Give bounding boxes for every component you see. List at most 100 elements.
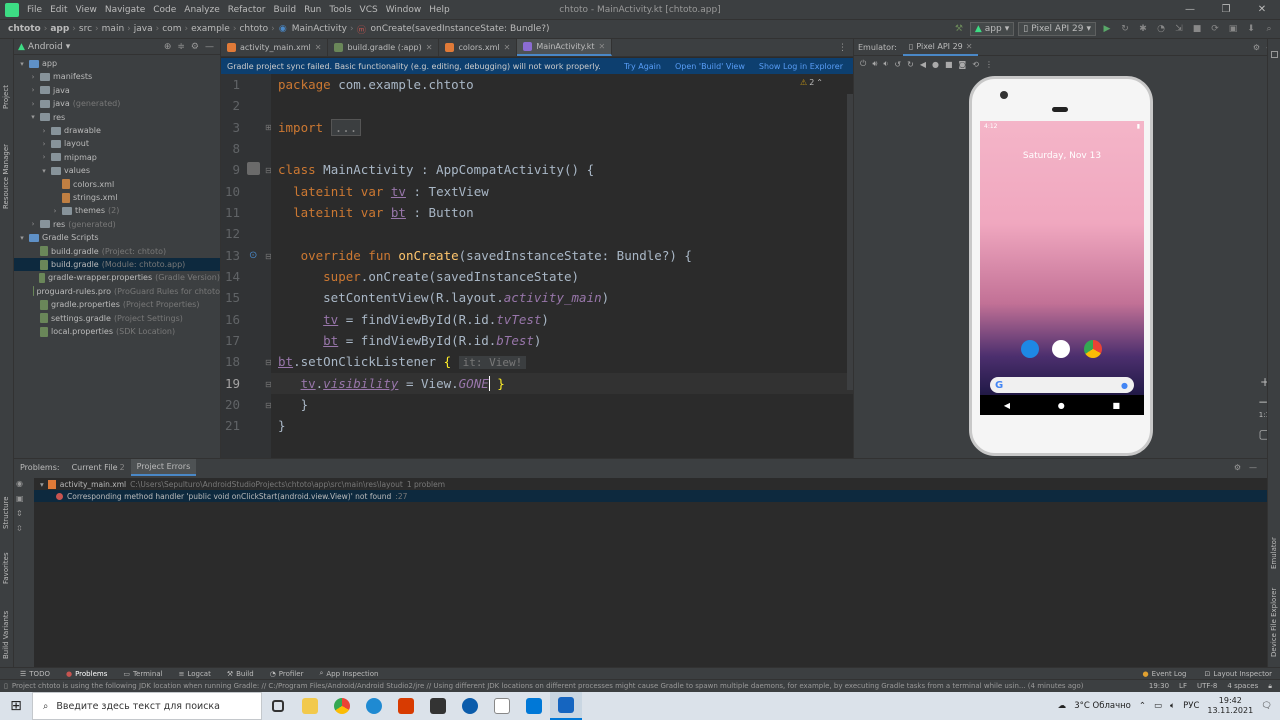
todo-tool-button[interactable]: ☰ TODO (20, 670, 50, 678)
code-editor[interactable]: package com.example.chtoto import ... cl… (271, 74, 853, 458)
problem-error-row[interactable]: Corresponding method handler 'public voi… (34, 490, 1267, 502)
chevron-right-icon[interactable]: › (40, 140, 48, 148)
tree-item[interactable]: ▾ Gradle Scripts (14, 231, 220, 244)
taskbar-notepad[interactable] (486, 692, 518, 720)
build-tool-button[interactable]: ⚒ Build (227, 670, 254, 678)
breadcrumb-project[interactable]: chtoto (6, 24, 43, 34)
breadcrumb-src[interactable]: src (77, 24, 94, 34)
menu-refactor[interactable]: Refactor (224, 5, 270, 15)
eye-icon[interactable]: ◉ (16, 479, 32, 488)
chevron-right-icon[interactable]: › (40, 127, 48, 135)
taskbar-app2[interactable] (454, 692, 486, 720)
tree-item[interactable]: › themes (2) (14, 204, 220, 217)
breadcrumb-chtoto[interactable]: chtoto (237, 24, 270, 34)
taskbar-office[interactable] (390, 692, 422, 720)
tree-item[interactable]: › layout (14, 137, 220, 150)
run-icon[interactable]: ▶ (1100, 22, 1114, 36)
breadcrumb-app[interactable]: app (48, 24, 71, 34)
locate-icon[interactable]: ⊕ (164, 42, 172, 52)
home-icon[interactable]: ● (932, 60, 939, 69)
run-config-select[interactable]: ▲ app ▾ (969, 22, 1015, 36)
hide-icon[interactable]: — (205, 42, 214, 52)
more-icon[interactable]: ⋮ (985, 60, 993, 69)
messages-app-icon[interactable] (1021, 340, 1039, 358)
menu-window[interactable]: Window (382, 5, 426, 15)
app-inspection-tool-button[interactable]: ⌕ App Inspection (319, 669, 378, 678)
menu-navigate[interactable]: Navigate (101, 5, 149, 15)
resource-manager-tool-button[interactable]: Resource Manager (2, 144, 10, 209)
close-icon[interactable]: ✕ (426, 43, 433, 52)
menu-code[interactable]: Code (149, 5, 180, 15)
tree-item[interactable]: › res (generated) (14, 218, 220, 231)
tree-item[interactable]: › manifests (14, 70, 220, 83)
nav-back-icon[interactable]: ◀ (1004, 401, 1010, 410)
tree-item[interactable]: › java (generated) (14, 97, 220, 110)
chevron-down-icon[interactable]: ▾ (40, 167, 48, 175)
chevron-right-icon[interactable]: › (29, 86, 37, 94)
tree-item[interactable]: ▾ app (14, 57, 220, 70)
tree-item[interactable]: ▾ res (14, 111, 220, 124)
back-icon[interactable]: ◀ (920, 60, 926, 69)
tree-item[interactable]: › java (14, 84, 220, 97)
attach-debugger-icon[interactable]: ⇲ (1172, 22, 1186, 36)
debug-icon[interactable]: ✱ (1136, 22, 1150, 36)
device-select[interactable]: ▯ Pixel API 29 ▾ (1018, 22, 1096, 36)
lock-icon[interactable]: 🔒︎ (1268, 682, 1272, 691)
hide-icon[interactable]: — (1249, 463, 1257, 472)
tree-item[interactable]: gradle-wrapper.properties (Gradle Version… (14, 271, 220, 284)
start-button[interactable]: ⊞ (0, 692, 32, 720)
google-search-bar[interactable]: G ● (990, 377, 1134, 393)
menu-help[interactable]: Help (425, 5, 454, 15)
notifications-icon[interactable]: 🗨︎ (1261, 701, 1272, 711)
folded-imports[interactable]: ... (330, 119, 362, 136)
apply-changes-icon[interactable]: ↻ (1118, 22, 1132, 36)
taskbar-search[interactable]: ⌕ Введите здесь текст для поиска (32, 692, 262, 720)
chevron-right-icon[interactable]: › (51, 207, 59, 215)
chevron-right-icon[interactable]: › (40, 153, 48, 161)
sdk-manager-icon[interactable]: ⬇ (1244, 22, 1258, 36)
chrome-icon[interactable] (1084, 340, 1102, 358)
chevron-down-icon[interactable]: ▾ (18, 60, 26, 68)
tree-item[interactable]: gradle.properties (Project Properties) (14, 298, 220, 311)
nav-recents-icon[interactable]: ■ (1113, 401, 1121, 410)
indent-setting[interactable]: 4 spaces (1227, 682, 1258, 691)
open-build-view-link[interactable]: Open 'Build' View (675, 62, 745, 71)
play-store-icon[interactable] (1052, 340, 1070, 358)
volume-up-icon[interactable]: 🔊︎ (872, 59, 877, 69)
volume-icon[interactable]: 🔈︎ (1170, 701, 1175, 711)
chevron-down-icon[interactable]: ▾ (18, 234, 26, 242)
tab-current-file[interactable]: Current File 2 (66, 459, 131, 476)
warnings-indicator[interactable]: ⚠ 2 ⌃ (800, 78, 823, 87)
tree-item[interactable]: local.properties (SDK Location) (14, 325, 220, 338)
override-marker-icon[interactable]: ⊙ (249, 250, 257, 261)
tree-item[interactable]: strings.xml (14, 191, 220, 204)
favorites-tool-button[interactable]: Favorites (2, 552, 10, 584)
menu-analyze[interactable]: Analyze (180, 5, 223, 15)
rotate-left-icon[interactable]: ↺ (894, 60, 901, 69)
gear-icon[interactable]: ⚙ (1234, 463, 1241, 472)
expand-all-icon[interactable]: ⇕ (16, 509, 32, 518)
device-file-explorer-tool-button[interactable]: Device File Explorer (1270, 588, 1278, 657)
tab-colors-xml[interactable]: colors.xml ✕ (439, 39, 518, 56)
taskbar-chrome[interactable] (326, 692, 358, 720)
sync-gradle-icon[interactable]: ⟳ (1208, 22, 1222, 36)
tray-chevron-icon[interactable]: ⌃ (1139, 701, 1146, 711)
breadcrumb-main[interactable]: main (100, 24, 127, 34)
problem-file-row[interactable]: ▾ activity_main.xml C:\Users\Sepulturo\A… (34, 478, 1267, 490)
power-icon[interactable]: ⏻ (860, 59, 866, 69)
mic-icon[interactable]: ● (1121, 381, 1128, 390)
tree-item[interactable]: build.gradle (Module: chtoto.app) (14, 258, 220, 271)
class-marker-icon[interactable] (247, 162, 260, 175)
preview-icon[interactable]: ▣ (16, 494, 32, 503)
menu-file[interactable]: File (23, 5, 46, 15)
phone-screen[interactable]: 4:12 ▮ Saturday, Nov 13 G ● ◀ ● ■ (980, 121, 1144, 415)
language-indicator[interactable]: РУС (1183, 701, 1199, 711)
close-icon[interactable]: ✕ (966, 42, 973, 51)
file-encoding[interactable]: UTF-8 (1197, 682, 1217, 691)
tree-item[interactable]: build.gradle (Project: chtoto) (14, 245, 220, 258)
show-log-link[interactable]: Show Log in Explorer (759, 62, 843, 71)
maximize-button[interactable]: ❐ (1208, 0, 1244, 19)
emulator-device-tab[interactable]: ▯ Pixel API 29 ✕ (902, 39, 979, 56)
tab-overflow-icon[interactable]: ⋮ (838, 43, 847, 53)
close-icon[interactable]: ✕ (504, 43, 511, 52)
